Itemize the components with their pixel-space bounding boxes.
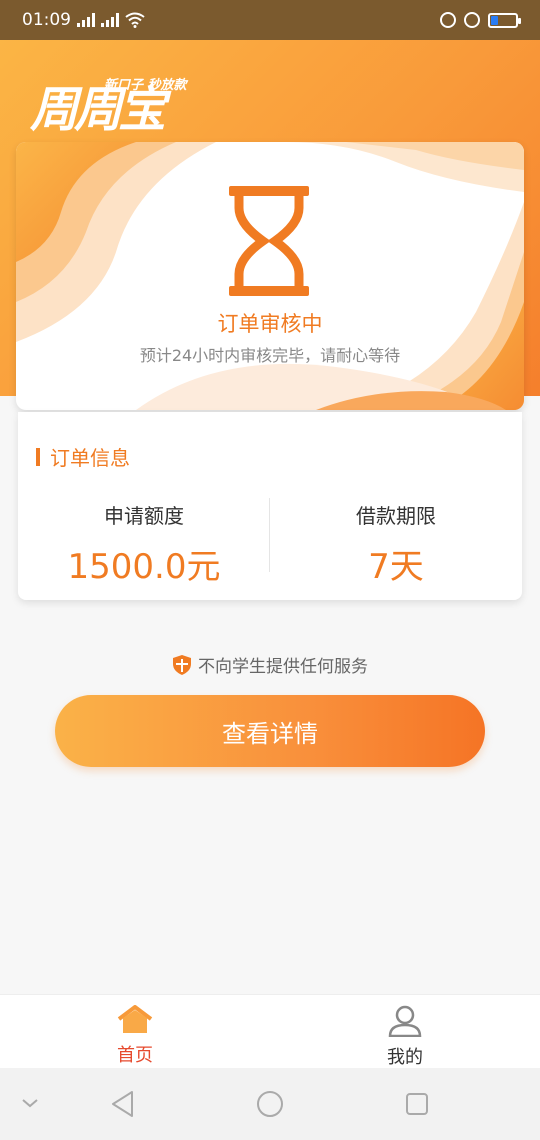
status-right xyxy=(440,12,521,28)
amount-value: 1500.0元 xyxy=(67,547,221,587)
status-left: 01:09 xyxy=(22,10,145,30)
info-heading-label: 订单信息 xyxy=(50,446,130,470)
term-label: 借款期限 xyxy=(356,504,436,528)
tab-home[interactable]: 首页 xyxy=(0,1005,270,1067)
amount-column: 申请额度 1500.0元 xyxy=(18,500,270,588)
back-icon[interactable] xyxy=(110,1090,136,1118)
hourglass-icon xyxy=(229,186,309,296)
app-slogan: 新口子 秒放款 xyxy=(104,78,187,93)
tab-bar: 首页 我的 xyxy=(0,994,540,1068)
view-details-button[interactable]: 查看详情 xyxy=(55,695,485,767)
status-description: 预计24小时内审核完毕，请耐心等待 xyxy=(139,346,401,365)
user-icon xyxy=(388,1005,422,1038)
order-info-card: 订单信息 申请额度 1500.0元 借款期限 7天 xyxy=(18,412,522,600)
notice-text: 不向学生提供任何服务 xyxy=(198,657,368,677)
term-column: 借款期限 7天 xyxy=(270,500,522,588)
info-heading: 订单信息 xyxy=(36,442,130,471)
tab-mine[interactable]: 我的 xyxy=(270,1005,540,1069)
home-nav-icon[interactable] xyxy=(256,1090,284,1118)
recent-apps-icon[interactable] xyxy=(405,1092,429,1116)
alarm-icon xyxy=(464,12,480,28)
wifi-icon xyxy=(125,12,145,28)
amount-label: 申请额度 xyxy=(104,504,184,528)
collapse-icon[interactable] xyxy=(20,1096,40,1110)
tab-mine-label: 我的 xyxy=(387,1047,423,1068)
order-status-card: 订单审核中 预计24小时内审核完毕，请耐心等待 xyxy=(16,142,524,410)
battery-icon xyxy=(488,12,521,28)
system-nav-bar xyxy=(0,1068,540,1140)
status-time: 01:09 xyxy=(22,10,71,30)
signal-icon xyxy=(77,13,95,27)
status-bar: 01:09 xyxy=(0,0,540,40)
signal-icon-2 xyxy=(101,13,119,27)
tab-home-label: 首页 xyxy=(117,1045,153,1066)
home-icon xyxy=(117,1005,153,1033)
student-notice: 不向学生提供任何服务 xyxy=(0,652,540,677)
status-title: 订单审核中 xyxy=(217,312,323,336)
lock-rotation-icon xyxy=(440,12,456,28)
shield-icon xyxy=(173,654,191,675)
heading-accent-bar xyxy=(36,447,40,466)
term-value: 7天 xyxy=(368,547,424,587)
